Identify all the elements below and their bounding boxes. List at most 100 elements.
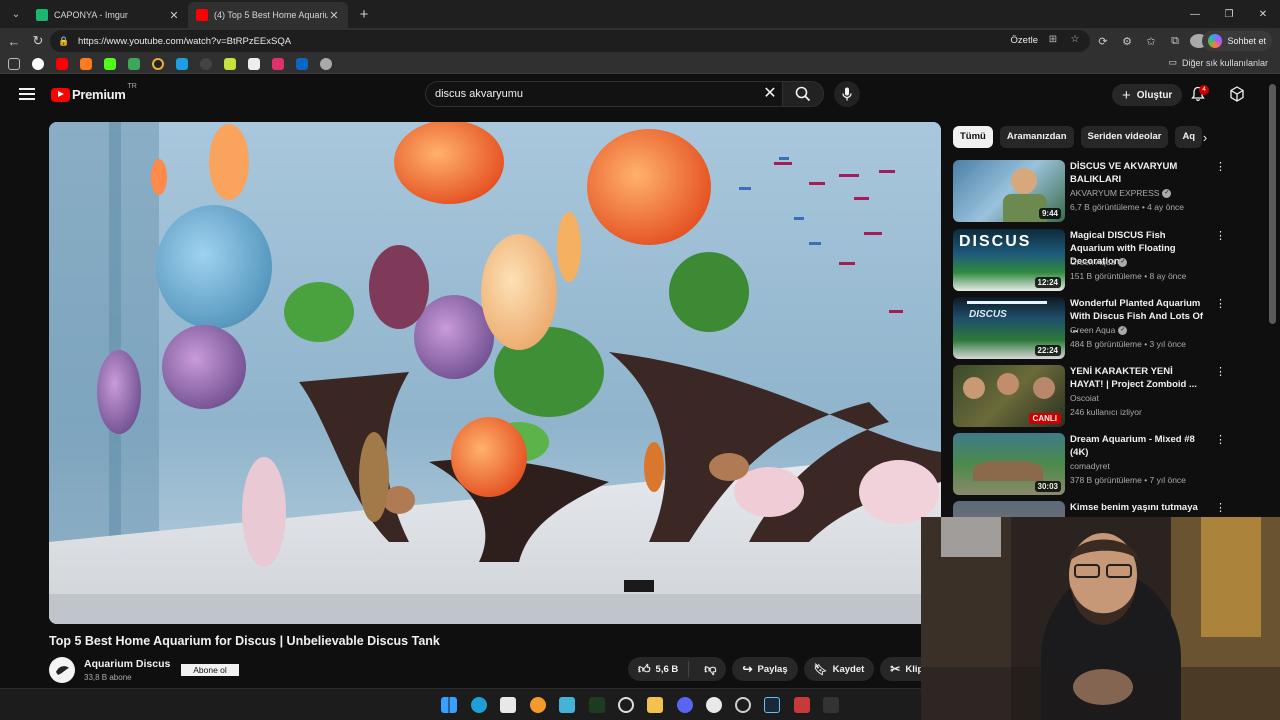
extensions-icon[interactable]: ⚙ <box>1118 35 1136 48</box>
like-count: 5,6 B <box>655 663 679 675</box>
site-info-icon[interactable]: 🔒 <box>58 36 72 47</box>
tab-imgur[interactable]: CAPONYA - Imgur ✕ <box>28 2 188 28</box>
create-button[interactable]: + Oluştur <box>1112 84 1183 106</box>
more-actions-icon[interactable]: ⋮ <box>1215 160 1226 173</box>
video-thumbnail[interactable]: DISCUS 22:24 <box>953 297 1065 359</box>
bookmark-icon[interactable] <box>224 57 236 70</box>
close-tab-icon[interactable]: ✕ <box>168 9 180 22</box>
bookmark-icon[interactable] <box>152 57 164 70</box>
recommendation-item[interactable]: CANLI YENİ KARAKTER YENİ HAYAT! | Projec… <box>953 365 1226 427</box>
instagram-bookmark-icon[interactable] <box>272 57 284 70</box>
more-actions-icon[interactable]: ⋮ <box>1215 433 1226 446</box>
search-app-icon[interactable] <box>618 697 634 713</box>
more-actions-icon[interactable]: ⋮ <box>1215 501 1226 514</box>
channel-name[interactable]: Aquarium Discus <box>84 658 170 670</box>
youtube-logo[interactable]: Premium TR <box>51 83 137 102</box>
favorite-star-icon[interactable]: ☆ <box>1068 34 1082 48</box>
windows-start-icon[interactable] <box>441 697 457 713</box>
app-icon[interactable] <box>794 697 810 713</box>
tab-youtube[interactable]: (4) Top 5 Best Home Aquarium for Discus … <box>188 2 348 28</box>
close-window-icon[interactable]: ✕ <box>1246 0 1280 28</box>
address-toolbar: ← ↻ 🔒 https://www.youtube.com/watch?v=Bt… <box>0 28 1280 54</box>
file-explorer-icon[interactable] <box>647 697 663 713</box>
chip-from-series[interactable]: Seriden videolar <box>1080 126 1169 148</box>
copilot-button[interactable]: Sohbet et <box>1202 31 1272 51</box>
new-tab-icon[interactable]: + <box>352 6 376 23</box>
app-icon[interactable] <box>706 697 722 713</box>
apps-icon[interactable]: ⊞ <box>1046 34 1060 48</box>
filter-chips: Tümü Aramanızdan Seriden videolar Aq <box>953 126 1213 148</box>
voice-search-button[interactable] <box>834 81 860 107</box>
copilot-icon <box>1208 34 1223 48</box>
refresh-icon[interactable]: ↻ <box>26 30 50 52</box>
recommendation-item[interactable]: 9:44 DİSCUS VE AKVARYUM BALIKLARI AKVARY… <box>953 160 1226 222</box>
bookmark-icon[interactable] <box>200 57 212 70</box>
channel-label: Oscoiat <box>1070 393 1099 403</box>
recommendation-item[interactable]: 30:03 Dream Aquarium - Mixed #8 (4K) com… <box>953 433 1226 495</box>
edge-icon[interactable] <box>471 697 487 713</box>
summarize-button[interactable]: Özetle <box>1011 35 1038 46</box>
blender-icon[interactable] <box>530 697 546 713</box>
youtube-bookmark-icon[interactable] <box>56 57 68 70</box>
bookmark-icon[interactable] <box>128 57 140 70</box>
recommendation-item[interactable]: DISCUS 12:24 Magical DISCUS Fish Aquariu… <box>953 229 1226 291</box>
app-icon[interactable] <box>823 697 839 713</box>
video-player[interactable] <box>49 122 941 624</box>
back-icon[interactable]: ← <box>2 30 26 52</box>
chip-from-search[interactable]: Aramanızdan <box>999 126 1074 148</box>
address-bar[interactable]: 🔒 https://www.youtube.com/watch?v=BtRPzE… <box>50 30 1090 52</box>
thumbs-down-icon: 👎︎ <box>704 661 717 676</box>
share-icon: ↪ <box>742 662 753 676</box>
tab-actions-icon[interactable]: ⌄ <box>4 4 28 24</box>
dislike-button[interactable]: 👎︎ <box>694 662 726 677</box>
google-bookmark-icon[interactable] <box>32 57 44 70</box>
other-bookmarks-label: Diğer sık kullanılanlar <box>1181 57 1268 68</box>
discord-icon[interactable] <box>677 697 693 713</box>
minimize-icon[interactable]: — <box>1178 0 1212 28</box>
more-actions-icon[interactable]: ⋮ <box>1215 365 1226 378</box>
channel-label: comadyret <box>1070 461 1110 471</box>
bookmark-icon[interactable] <box>80 57 92 70</box>
reading-icon[interactable] <box>8 57 20 70</box>
like-button[interactable]: 👍︎ 5,6 B <box>628 661 690 677</box>
notion-bookmark-icon[interactable] <box>248 57 260 70</box>
collections-icon[interactable]: ⧉ <box>1166 35 1184 48</box>
bookmark-save-icon: 🔖︎ <box>813 663 828 676</box>
account-cube-icon[interactable] <box>1229 86 1245 102</box>
video-thumbnail[interactable]: 30:03 <box>953 433 1065 495</box>
app-icon[interactable] <box>559 697 575 713</box>
other-bookmarks[interactable]: ▭ Diğer sık kullanılanlar <box>1168 57 1268 68</box>
app-icon[interactable] <box>589 697 605 713</box>
clear-search-icon[interactable]: ✕ <box>759 82 781 106</box>
page-scrollbar[interactable] <box>1269 84 1276 324</box>
video-thumbnail[interactable]: DISCUS 12:24 <box>953 229 1065 291</box>
video-title: Top 5 Best Home Aquarium for Discus | Un… <box>49 634 440 648</box>
favorites-icon[interactable]: ✩ <box>1142 35 1160 48</box>
app-icon[interactable] <box>735 697 751 713</box>
recommendation-item[interactable]: DISCUS 22:24 Wonderful Planted Aquarium … <box>953 297 1226 359</box>
chevron-right-icon[interactable]: › <box>1197 130 1213 146</box>
chip-all[interactable]: Tümü <box>953 126 993 148</box>
steam-icon[interactable] <box>764 697 780 713</box>
menu-icon[interactable] <box>19 88 35 102</box>
snipping-tool-icon[interactable] <box>500 697 516 713</box>
search-button[interactable] <box>782 81 824 107</box>
linkedin-bookmark-icon[interactable] <box>296 57 308 70</box>
video-thumbnail[interactable]: 9:44 <box>953 160 1065 222</box>
video-thumbnail[interactable]: CANLI <box>953 365 1065 427</box>
notification-count-badge: 4 <box>1199 85 1209 95</box>
more-actions-icon[interactable]: ⋮ <box>1215 229 1226 242</box>
subscribe-button[interactable]: Abone ol <box>181 664 239 676</box>
channel-avatar[interactable] <box>49 657 75 683</box>
more-actions-icon[interactable]: ⋮ <box>1215 297 1226 310</box>
close-tab-icon[interactable]: ✕ <box>328 9 340 22</box>
bookmark-icon[interactable] <box>320 57 332 70</box>
restore-icon[interactable]: ❐ <box>1212 0 1246 28</box>
kick-bookmark-icon[interactable] <box>104 57 116 70</box>
search-input[interactable]: discus akvaryumu <box>425 81 785 107</box>
share-button[interactable]: ↪ Paylaş <box>732 657 798 681</box>
save-button[interactable]: 🔖︎ Kaydet <box>803 657 875 681</box>
recommendation-title: YENİ KARAKTER YENİ HAYAT! | Project Zomb… <box>1070 366 1197 390</box>
bookmark-icon[interactable] <box>176 57 188 70</box>
refresh-page-icon[interactable]: ⟳ <box>1094 35 1112 48</box>
